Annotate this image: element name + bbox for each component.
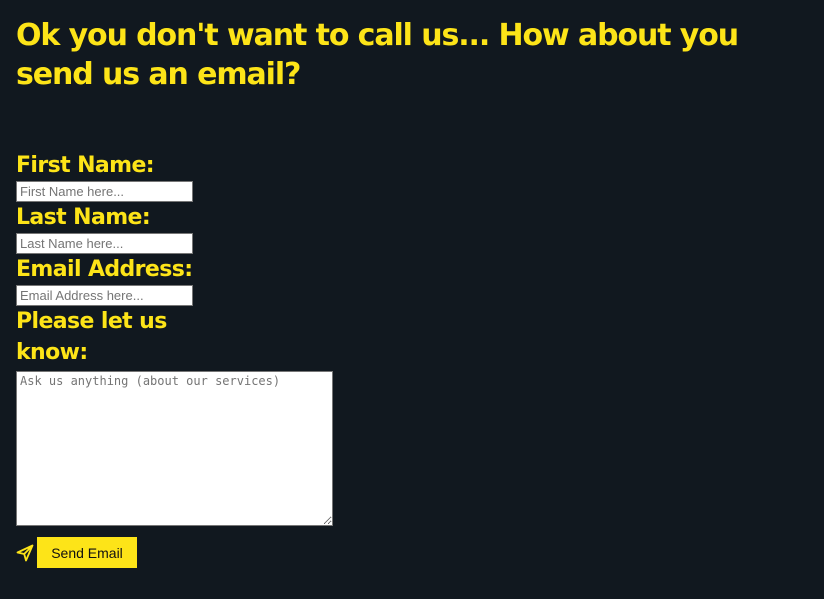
message-textarea[interactable]: [16, 371, 333, 526]
first-name-field[interactable]: [16, 181, 193, 202]
send-email-button[interactable]: Send Email: [37, 537, 137, 568]
last-name-field[interactable]: [16, 233, 193, 254]
send-row: Send Email: [16, 537, 137, 568]
email-form: First Name: Last Name: Email Address: Pl…: [16, 150, 336, 526]
email-label: Email Address:: [16, 257, 193, 282]
page-title: Ok you don't want to call us... How abou…: [16, 18, 739, 92]
message-label: Please let us know:: [16, 309, 167, 365]
email-field[interactable]: [16, 285, 193, 306]
last-name-label: Last Name:: [16, 205, 151, 230]
paper-plane-icon: [16, 544, 34, 562]
first-name-label: First Name:: [16, 153, 155, 178]
